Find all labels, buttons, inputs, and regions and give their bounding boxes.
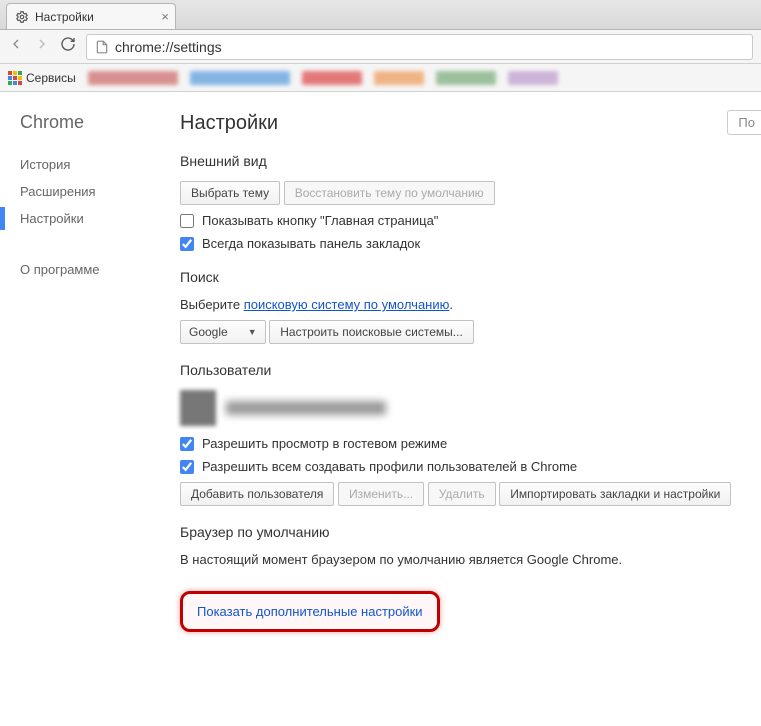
- section-users: Пользователи Разрешить просмотр в гостев…: [180, 362, 761, 506]
- section-appearance: Внешний вид Выбрать тему Восстановить те…: [180, 153, 761, 251]
- sidebar-item-about[interactable]: О программе: [20, 256, 170, 283]
- section-heading: Браузер по умолчанию: [180, 524, 761, 540]
- apps-shortcut[interactable]: Сервисы: [8, 71, 76, 85]
- search-desc-prefix: Выберите: [180, 297, 244, 312]
- checkbox-input[interactable]: [180, 437, 194, 451]
- bookmark-item[interactable]: [508, 71, 558, 85]
- address-bar[interactable]: chrome://settings: [86, 34, 753, 60]
- forward-icon[interactable]: [34, 36, 50, 57]
- checkbox-label: Разрешить всем создавать профили пользов…: [202, 459, 577, 474]
- page-title: Настройки: [180, 112, 761, 135]
- user-row: [180, 390, 761, 426]
- advanced-settings-highlight: Показать дополнительные настройки: [180, 591, 440, 632]
- section-heading: Внешний вид: [180, 153, 761, 169]
- search-placeholder: По: [738, 115, 755, 130]
- edit-user-button[interactable]: Изменить...: [338, 482, 424, 506]
- checkbox-input[interactable]: [180, 237, 194, 251]
- bookmark-item[interactable]: [436, 71, 496, 85]
- close-icon[interactable]: ×: [161, 9, 169, 24]
- default-search-link[interactable]: поисковую систему по умолчанию: [244, 297, 450, 312]
- sidebar-item-settings[interactable]: Настройки: [20, 205, 170, 232]
- select-value: Google: [189, 325, 228, 339]
- section-heading: Пользователи: [180, 362, 761, 378]
- apps-label: Сервисы: [26, 71, 76, 85]
- search-engine-select[interactable]: Google ▼: [180, 320, 266, 344]
- sidebar-item-extensions[interactable]: Расширения: [20, 178, 170, 205]
- back-icon[interactable]: [8, 36, 24, 57]
- settings-search-input[interactable]: По: [727, 110, 761, 135]
- checkbox-input[interactable]: [180, 214, 194, 228]
- avatar: [180, 390, 216, 426]
- toolbar: chrome://settings: [0, 30, 761, 64]
- reload-icon[interactable]: [60, 36, 76, 57]
- sidebar-brand: Chrome: [20, 112, 170, 133]
- reset-theme-button[interactable]: Восстановить тему по умолчанию: [284, 181, 495, 205]
- apps-icon: [8, 71, 22, 85]
- gear-icon: [15, 10, 29, 24]
- sidebar: Chrome История Расширения Настройки О пр…: [0, 92, 170, 726]
- section-default-browser: Браузер по умолчанию В настоящий момент …: [180, 524, 761, 567]
- bookmark-item[interactable]: [190, 71, 290, 85]
- choose-theme-button[interactable]: Выбрать тему: [180, 181, 280, 205]
- default-browser-status: В настоящий момент браузером по умолчани…: [180, 552, 761, 567]
- checkbox-label: Всегда показывать панель закладок: [202, 236, 420, 251]
- page-icon: [95, 40, 109, 54]
- show-home-button-checkbox[interactable]: Показывать кнопку "Главная страница": [180, 213, 761, 228]
- allow-guest-checkbox[interactable]: Разрешить просмотр в гостевом режиме: [180, 436, 761, 451]
- section-search: Поиск Выберите поисковую систему по умол…: [180, 269, 761, 344]
- bookmark-item[interactable]: [88, 71, 178, 85]
- delete-user-button[interactable]: Удалить: [428, 482, 496, 506]
- manage-search-engines-button[interactable]: Настроить поисковые системы...: [269, 320, 474, 344]
- settings-main: По Настройки Внешний вид Выбрать тему Во…: [170, 92, 761, 726]
- show-advanced-link[interactable]: Показать дополнительные настройки: [183, 594, 437, 629]
- import-button[interactable]: Импортировать закладки и настройки: [499, 482, 731, 506]
- bookmark-item[interactable]: [374, 71, 424, 85]
- checkbox-input[interactable]: [180, 460, 194, 474]
- always-show-bookmarks-checkbox[interactable]: Всегда показывать панель закладок: [180, 236, 761, 251]
- checkbox-label: Показывать кнопку "Главная страница": [202, 213, 438, 228]
- sidebar-item-history[interactable]: История: [20, 151, 170, 178]
- add-user-button[interactable]: Добавить пользователя: [180, 482, 334, 506]
- bookmark-item[interactable]: [302, 71, 362, 85]
- section-heading: Поиск: [180, 269, 761, 285]
- checkbox-label: Разрешить просмотр в гостевом режиме: [202, 436, 447, 451]
- user-name: [226, 401, 386, 415]
- chevron-down-icon: ▼: [248, 327, 257, 337]
- tab-title: Настройки: [35, 10, 94, 24]
- browser-tab-settings[interactable]: Настройки ×: [6, 3, 176, 29]
- tab-strip: Настройки ×: [0, 0, 761, 30]
- allow-add-profiles-checkbox[interactable]: Разрешить всем создавать профили пользов…: [180, 459, 761, 474]
- address-text: chrome://settings: [115, 39, 222, 55]
- bookmarks-bar: Сервисы: [0, 64, 761, 92]
